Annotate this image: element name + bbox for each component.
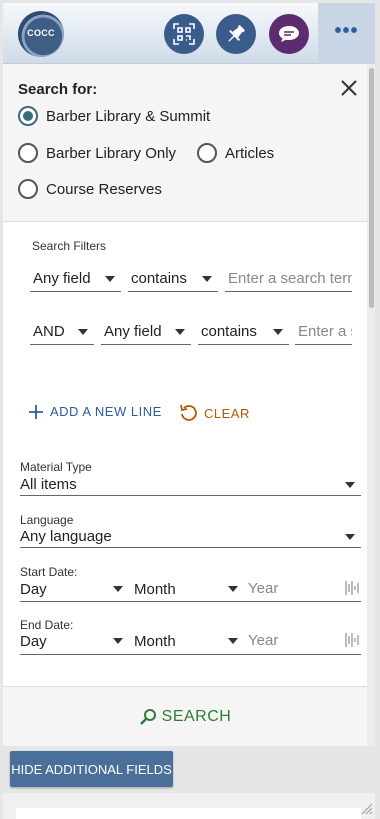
boolean-select-value: AND: [33, 323, 65, 340]
search-term-input-row1[interactable]: Enter a search term: [225, 266, 352, 292]
qr-code-button[interactable]: [164, 14, 204, 54]
operator-select-row2[interactable]: contains: [198, 319, 289, 345]
dropdown-arrow-icon: [273, 329, 283, 335]
language-value: Any language: [20, 528, 112, 545]
search-icon: [139, 708, 156, 725]
operator-select-value: contains: [201, 323, 257, 340]
calendar-icon[interactable]: [345, 632, 359, 648]
dropdown-arrow-icon: [345, 482, 355, 488]
end-month-select[interactable]: Month: [134, 630, 244, 652]
end-month-value: Month: [134, 632, 176, 650]
dropdown-arrow-icon: [202, 276, 212, 282]
material-type-label: Material Type: [20, 460, 92, 474]
search-bar: SEARCH: [3, 686, 367, 746]
add-new-line-button[interactable]: ADD A NEW LINE: [29, 404, 162, 419]
radio-icon: [18, 143, 38, 163]
pin-button[interactable]: [216, 14, 256, 54]
start-date-underline: [20, 601, 361, 602]
operator-select-row1[interactable]: contains: [128, 266, 218, 292]
add-new-line-label: ADD A NEW LINE: [50, 404, 162, 419]
language-label: Language: [20, 513, 74, 527]
operator-select-value: contains: [131, 270, 187, 287]
dropdown-arrow-icon: [113, 586, 123, 592]
dropdown-arrow-icon: [175, 329, 185, 335]
radio-selected-icon: [18, 106, 38, 126]
start-month-select[interactable]: Month: [134, 578, 244, 600]
material-type-value: All items: [20, 476, 77, 493]
scope-option-label: Course Reserves: [46, 180, 162, 198]
end-date-underline: [20, 654, 361, 655]
more-menu-button[interactable]: •••: [318, 3, 375, 64]
field-select-value: Any field: [104, 323, 162, 340]
scope-option-barber-summit[interactable]: Barber Library & Summit: [18, 106, 210, 126]
dropdown-arrow-icon: [228, 586, 238, 592]
scope-option-course-reserves[interactable]: Course Reserves: [18, 179, 162, 199]
field-select-row1[interactable]: Any field: [30, 266, 121, 292]
scope-option-label: Barber Library & Summit: [46, 107, 211, 125]
field-select-value: Any field: [33, 270, 91, 287]
search-label: SEARCH: [161, 707, 232, 725]
start-date-label: Start Date:: [20, 565, 78, 579]
end-year-input[interactable]: Year: [248, 632, 278, 649]
chat-icon: [279, 26, 299, 42]
close-icon[interactable]: [339, 78, 359, 98]
search-term-input-row2[interactable]: Enter a search term: [295, 319, 352, 345]
search-term-placeholder: Enter a search term: [228, 270, 352, 287]
dropdown-arrow-icon: [113, 638, 123, 644]
qr-code-icon: [173, 23, 195, 45]
search-term-placeholder: Enter a search term: [298, 323, 352, 340]
dropdown-arrow-icon: [345, 534, 355, 540]
scope-option-articles[interactable]: Articles: [197, 143, 274, 163]
clear-label: CLEAR: [204, 405, 250, 421]
scope-option-label: Barber Library Only: [46, 144, 177, 162]
cocc-logo[interactable]: COCC: [18, 11, 64, 57]
start-year-input[interactable]: Year: [248, 580, 278, 597]
calendar-icon[interactable]: [345, 580, 359, 596]
scope-option-barber-only[interactable]: Barber Library Only: [18, 143, 176, 163]
scope-option-label: Articles: [225, 144, 275, 162]
header-bar: COCC •••: [3, 3, 375, 64]
end-day-select[interactable]: Day: [20, 630, 129, 652]
clear-button[interactable]: CLEAR: [179, 404, 250, 422]
more-icon: •••: [334, 19, 359, 42]
radio-icon: [197, 143, 217, 163]
plus-icon: [29, 404, 43, 419]
end-day-value: Day: [20, 632, 47, 650]
boolean-select-row2[interactable]: AND: [30, 319, 94, 345]
chat-button[interactable]: [269, 14, 309, 54]
dropdown-arrow-icon: [78, 329, 88, 335]
dropdown-arrow-icon: [228, 638, 238, 644]
pushpin-icon: [228, 25, 245, 42]
material-type-select[interactable]: All items: [20, 474, 361, 496]
logo-text: COCC: [27, 28, 55, 38]
field-select-row2[interactable]: Any field: [101, 319, 191, 345]
start-month-value: Month: [134, 580, 176, 598]
footer-content-area: [16, 808, 361, 819]
dropdown-arrow-icon: [105, 276, 115, 282]
search-scope-section: Search for: Barber Library & Summit Barb…: [3, 64, 367, 222]
scope-title: Search for:: [18, 81, 98, 98]
search-button[interactable]: SEARCH: [139, 708, 232, 726]
start-day-value: Day: [20, 580, 47, 598]
language-select[interactable]: Any language: [20, 526, 361, 548]
undo-icon: [180, 404, 197, 421]
scrollbar-thumb[interactable]: [369, 68, 374, 308]
search-filters-label: Search Filters: [32, 239, 107, 253]
resize-handle-icon[interactable]: [361, 803, 373, 815]
advanced-search-panel: Search for: Barber Library & Summit Barb…: [3, 64, 367, 746]
radio-icon: [18, 179, 38, 199]
start-day-select[interactable]: Day: [20, 578, 129, 600]
hide-additional-fields-button[interactable]: HIDE ADDITIONAL FIELDS: [10, 751, 173, 787]
